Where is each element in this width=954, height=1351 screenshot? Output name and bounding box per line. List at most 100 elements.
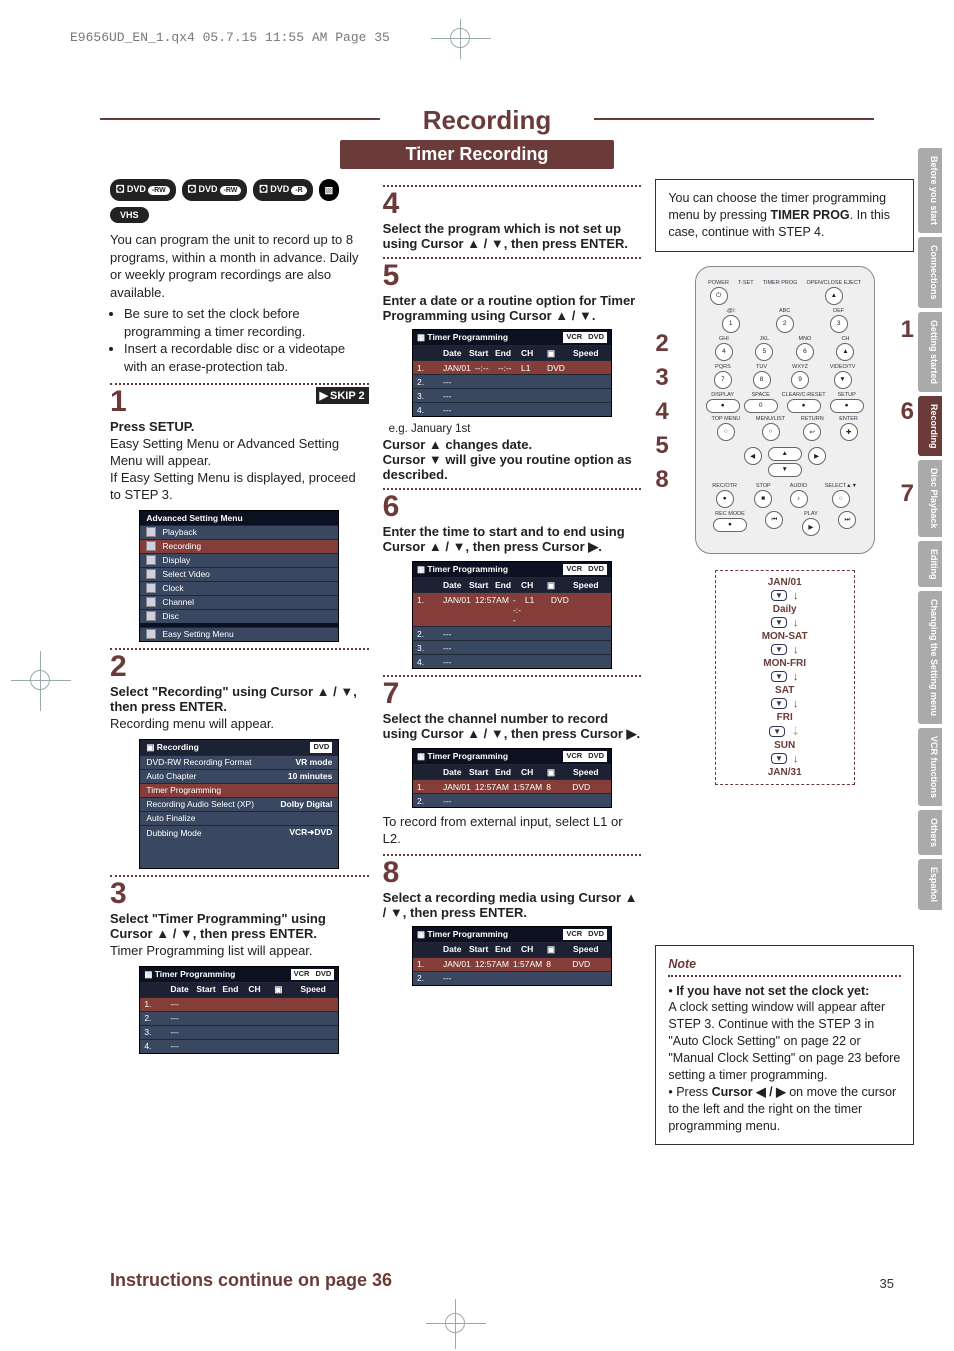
col-head: End xyxy=(222,984,244,995)
timer-programming-step7: ▦ Timer ProgrammingVCRDVD DateStartEndCH… xyxy=(412,748,612,808)
side-tab: Changing the Setting menu xyxy=(918,591,942,724)
cell: L1 xyxy=(521,363,543,373)
osd-tab: VCR xyxy=(563,751,585,762)
cell: --- xyxy=(443,629,465,639)
col-head: CH xyxy=(248,984,270,995)
timer-programming-empty: ▦ Timer ProgrammingVCRDVD DateStartEndCH… xyxy=(139,966,339,1054)
osd-tab: VCR xyxy=(291,969,313,980)
side-tab-active: Recording xyxy=(918,396,942,457)
routine-item: MON-FRI xyxy=(726,658,844,669)
callout-num: 3 xyxy=(655,364,668,392)
note-text: Press Cursor ◀ / ▶ on move the cursor to… xyxy=(668,1085,896,1133)
menu-item: Recording Audio Select (XP) xyxy=(146,799,254,809)
timer-programming-step8: ▦ Timer ProgrammingVCRDVD DateStartEndCH… xyxy=(412,926,612,986)
step5-caption: e.g. January 1st xyxy=(389,423,638,435)
cell: 12:57AM xyxy=(475,595,509,625)
page-title: Recording xyxy=(100,105,874,136)
callout-num: 4 xyxy=(655,398,668,426)
skip-badge: ▶ SKIP 2 xyxy=(316,387,369,404)
col-head: Date xyxy=(170,984,192,995)
routine-item: SAT xyxy=(726,685,844,696)
step8-title: Select a recording media using Cursor ▲ … xyxy=(383,890,642,920)
list-item: Insert a recordable disc or a videotape … xyxy=(124,340,369,375)
osd-tab: DVD xyxy=(585,332,607,343)
routine-item: SUN xyxy=(726,740,844,751)
step-number: 2 xyxy=(110,652,127,682)
menu-item: Dubbing Mode xyxy=(146,828,201,838)
menu-value: Dolby Digital xyxy=(280,799,332,809)
menu-icon xyxy=(146,527,156,537)
osd-tab: VCR xyxy=(563,929,585,940)
col-head: Speed xyxy=(573,944,607,955)
col-head: Date xyxy=(443,767,465,778)
cell: --- xyxy=(170,1041,192,1051)
menu-icon xyxy=(146,569,156,579)
cell: --- xyxy=(443,657,465,667)
step2-title: Select "Recording" using Cursor ▲ / ▼, t… xyxy=(110,684,369,714)
cell: --- xyxy=(443,643,465,653)
menu-value: 10 minutes xyxy=(288,771,332,781)
routine-item: MON-SAT xyxy=(726,631,844,642)
advanced-setting-menu: Advanced Setting Menu Playback Recording… xyxy=(139,510,339,642)
menu-item: Recording xyxy=(162,541,201,551)
col-head: End xyxy=(495,348,517,359)
routine-item: Daily xyxy=(726,604,844,615)
registration-mark-icon xyxy=(450,28,470,48)
cell: 1:57AM xyxy=(513,782,542,792)
routine-item: FRI xyxy=(726,712,844,723)
col-head: Start xyxy=(469,767,491,778)
note-head: Note xyxy=(668,956,901,973)
cell: --:-- xyxy=(513,595,521,625)
osd-heading: Recording xyxy=(157,742,199,752)
tip-text: You can choose the timer programming men… xyxy=(668,191,890,239)
menu-icon xyxy=(146,541,156,551)
col-head: Speed xyxy=(573,767,607,778)
callout-num: 5 xyxy=(655,432,668,460)
step6-title: Enter the time to start and to end using… xyxy=(383,524,642,555)
callout-num: 7 xyxy=(901,480,914,508)
dvd-r-badge: 🖸 DVD-R xyxy=(253,179,312,201)
step1-desc: Easy Setting Menu or Advanced Setting Me… xyxy=(110,436,369,504)
menu-item: Channel xyxy=(162,597,194,607)
step3-desc: Timer Programming list will appear. xyxy=(110,943,369,960)
registration-mark-icon xyxy=(445,1313,465,1333)
sd-icon: ▧ xyxy=(319,179,340,201)
step4-title: Select the program which is not set up u… xyxy=(383,221,642,251)
cell: 1:57AM xyxy=(513,959,542,969)
intro-text: You can program the unit to record up to… xyxy=(110,231,369,301)
step-number: 6 xyxy=(383,492,400,522)
cell: --- xyxy=(170,1013,192,1023)
col-head: Start xyxy=(469,580,491,591)
menu-item: Timer Programming xyxy=(146,785,221,795)
menu-icon xyxy=(146,611,156,621)
col-head: Date xyxy=(443,348,465,359)
osd-tab: VCR xyxy=(563,564,585,575)
menu-icon xyxy=(146,583,156,593)
cell: 8 xyxy=(546,959,568,969)
menu-item: Select Video xyxy=(162,569,210,579)
side-tab: Connections xyxy=(918,237,942,308)
menu-value: VR mode xyxy=(295,757,332,767)
col-head: Speed xyxy=(573,580,607,591)
menu-item: Clock xyxy=(162,583,183,593)
cell: 12:57AM xyxy=(475,782,509,792)
cell: 12:57AM xyxy=(475,959,509,969)
osd-heading: Timer Programming xyxy=(155,969,236,979)
cell: JAN/01 xyxy=(443,782,471,792)
step-number: 1 xyxy=(110,387,127,417)
step-number: 3 xyxy=(110,879,127,909)
osd-heading: Timer Programming xyxy=(427,332,508,342)
tip-box: You can choose the timer programming men… xyxy=(655,179,914,252)
menu-item: Disc xyxy=(162,611,179,621)
side-tab: Disc Playback xyxy=(918,460,942,537)
note-text: A clock setting window will appear after… xyxy=(668,1000,900,1082)
cell: --- xyxy=(170,999,192,1009)
step5-after: Cursor ▲ changes date. Cursor ▼ will giv… xyxy=(383,437,642,482)
cell: JAN/01 xyxy=(443,959,471,969)
step-number: 8 xyxy=(383,858,400,888)
cell: --- xyxy=(443,973,465,983)
cell: JAN/01 xyxy=(443,363,471,373)
cell: --- xyxy=(170,1027,192,1037)
vhs-badge: VHS xyxy=(110,207,149,223)
cell: --- xyxy=(443,377,465,387)
